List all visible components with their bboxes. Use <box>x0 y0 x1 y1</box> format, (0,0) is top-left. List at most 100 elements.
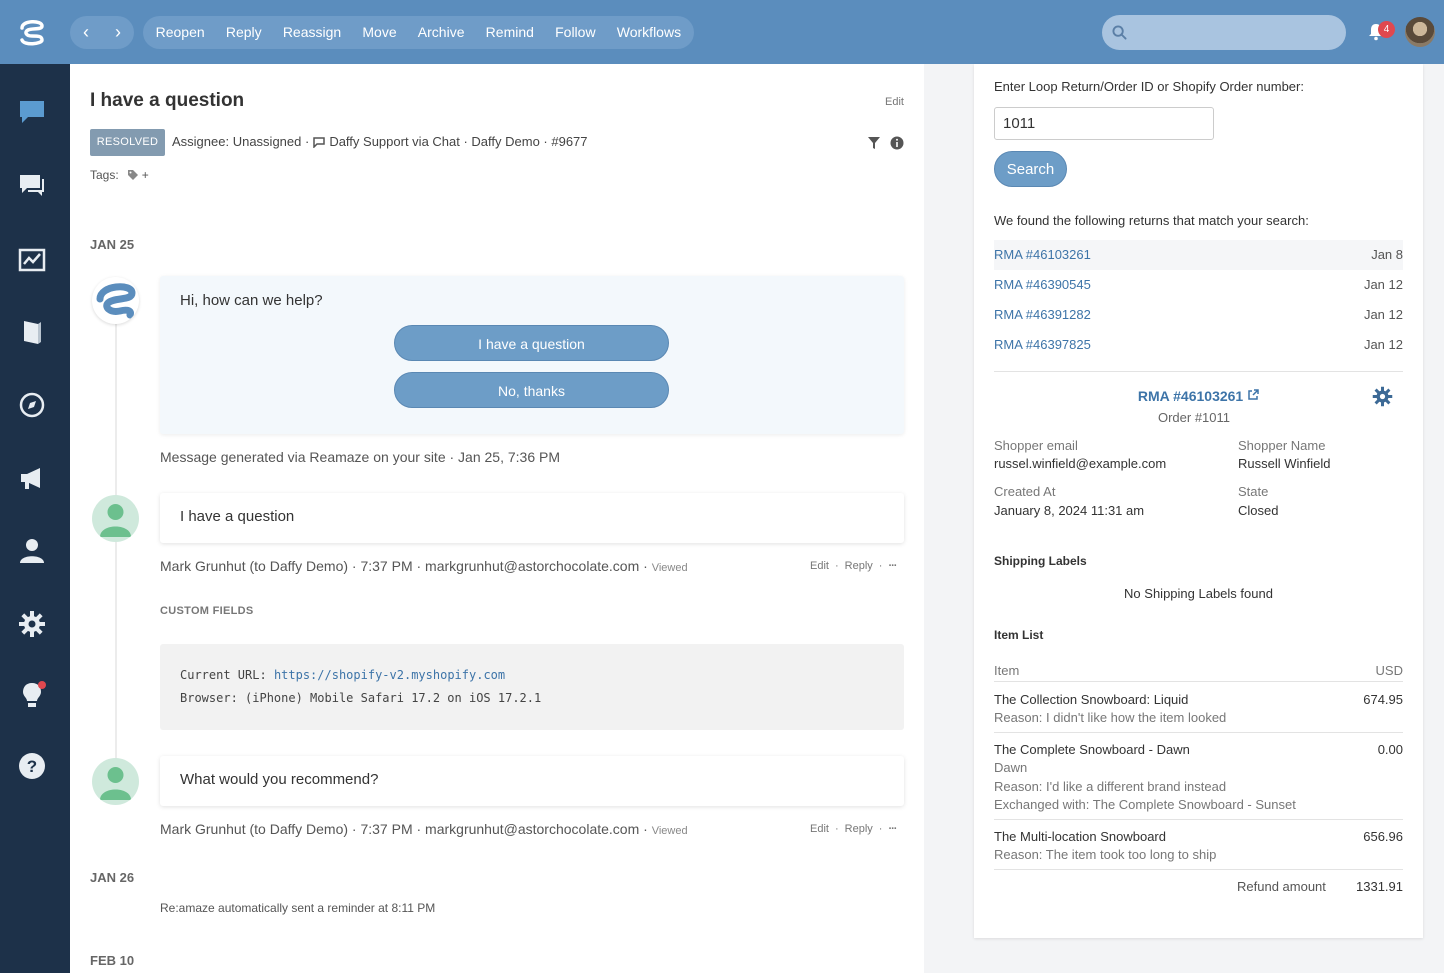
state-label: State <box>1238 484 1269 499</box>
megaphone-icon[interactable] <box>18 464 46 492</box>
rma-link[interactable]: RMA #46397825 <box>994 337 1091 352</box>
reassign-button[interactable]: Reassign <box>272 16 352 49</box>
rma-link[interactable]: RMA #46103261 <box>994 247 1091 262</box>
conversations-icon[interactable] <box>18 171 46 199</box>
rma-date: Jan 8 <box>1371 247 1403 262</box>
tags-label: Tags: <box>90 168 119 182</box>
order-number: Order #1011 <box>1157 410 1231 425</box>
info-icon[interactable] <box>890 136 904 150</box>
rma-row[interactable]: RMA #46391282 Jan 12 <box>994 300 1403 330</box>
more-options-icon[interactable]: ··· <box>888 823 897 835</box>
sidebar: ? <box>0 64 70 973</box>
rma-row[interactable]: RMA #46390545 Jan 12 <box>994 270 1403 300</box>
add-tag-button[interactable]: + <box>127 168 149 182</box>
item-exchange: Exchanged with: The Complete Snowboard -… <box>994 797 1296 812</box>
found-text: We found the following returns that matc… <box>994 213 1309 228</box>
item-reason: Reason: I'd like a different brand inste… <box>994 779 1227 794</box>
forward-arrow-icon[interactable]: › <box>102 16 134 49</box>
customer-message: What would you recommend? <box>160 756 904 806</box>
conversation-title: I have a question <box>90 90 245 111</box>
rma-date: Jan 12 <box>1363 307 1403 322</box>
order-id-input[interactable]: 1011 <box>994 107 1214 140</box>
edit-message-link[interactable]: Edit <box>810 560 829 572</box>
edit-title-link[interactable]: Edit <box>885 96 904 108</box>
status-badge[interactable]: RESOLVED <box>90 129 165 156</box>
person-icon[interactable] <box>18 537 46 565</box>
shopper-email: russel.winfield@example.com <box>994 456 1167 471</box>
remind-button[interactable]: Remind <box>475 16 544 49</box>
divider <box>994 681 1403 682</box>
item-price: 0.00 <box>1377 742 1403 757</box>
book-icon[interactable] <box>18 318 46 346</box>
item-name: The Complete Snowboard - Dawn <box>994 742 1190 757</box>
assignee-label[interactable]: Assignee: Unassigned · <box>172 134 309 149</box>
more-options-icon[interactable]: ··· <box>888 560 897 572</box>
date-separator: JAN 25 <box>90 237 135 252</box>
workflows-button[interactable]: Workflows <box>606 16 692 49</box>
date-separator: FEB 10 <box>90 953 135 968</box>
refund-amount-value: 1331.91 <box>1356 879 1403 894</box>
user-avatar[interactable] <box>1405 17 1435 47</box>
notification-badge: 4 <box>1378 21 1395 38</box>
customer-avatar <box>92 758 139 805</box>
customer-message-text: I have a question <box>180 508 295 525</box>
reply-message-link[interactable]: Reply <box>845 823 873 835</box>
help-icon[interactable]: ? <box>18 752 46 780</box>
bot-message-text: Hi, how can we help? <box>180 292 323 309</box>
rma-link[interactable]: RMA #46390545 <box>994 277 1091 292</box>
reopen-button[interactable]: Reopen <box>145 16 215 49</box>
rma-link[interactable]: RMA #46391282 <box>994 307 1091 322</box>
history-nav: ‹ › <box>70 16 134 49</box>
lightbulb-icon[interactable] <box>18 681 46 709</box>
item-name: The Multi-location Snowboard <box>994 829 1166 844</box>
chat-channel-icon <box>313 136 326 148</box>
external-link-icon <box>1248 389 1259 400</box>
conversation-meta: Assignee: Unassigned · Daffy Support via… <box>172 134 588 149</box>
customer-message: I have a question <box>160 493 904 543</box>
reports-icon[interactable] <box>18 246 46 274</box>
tag-icon <box>127 170 138 180</box>
item-reason: Reason: The item took too long to ship <box>994 847 1217 862</box>
message-actions: Edit · Reply · ··· <box>810 560 897 572</box>
search-button[interactable]: Search <box>994 151 1067 187</box>
conversation-pane: I have a question Edit RESOLVED Assignee… <box>70 64 924 973</box>
add-tag-plus: + <box>141 168 149 182</box>
choice-question-button[interactable]: I have a question <box>394 325 669 361</box>
chat-bubble-icon[interactable] <box>18 98 46 126</box>
rma-row[interactable]: RMA #46397825 Jan 12 <box>994 330 1403 360</box>
rma-date: Jan 12 <box>1363 337 1403 352</box>
message-actions: Edit · Reply · ··· <box>810 823 897 835</box>
global-search-input[interactable] <box>1102 15 1346 50</box>
reamaze-logo-icon[interactable] <box>16 16 48 48</box>
current-url-link[interactable]: https://shopify-v2.myshopify.com <box>274 668 505 682</box>
move-button[interactable]: Move <box>352 16 407 49</box>
tags-row: Tags: + <box>90 168 149 182</box>
settings-gear-icon[interactable] <box>1372 386 1393 407</box>
item-variant: Dawn <box>994 760 1028 775</box>
divider <box>994 732 1403 733</box>
item-reason: Reason: I didn't like how the item looke… <box>994 710 1227 725</box>
separator-dot: · <box>834 560 839 572</box>
created-at-label: Created At <box>994 484 1056 499</box>
gear-icon[interactable] <box>18 610 46 638</box>
customer-avatar <box>92 495 139 542</box>
compass-icon[interactable] <box>18 391 46 419</box>
reamaze-bot-icon <box>96 283 136 319</box>
message-author: Mark Grunhut (to Daffy Demo) · 7:37 PM ·… <box>160 558 648 574</box>
shopper-email-label: Shopper email <box>994 438 1078 453</box>
follow-button[interactable]: Follow <box>545 16 607 49</box>
archive-button[interactable]: Archive <box>407 16 475 49</box>
edit-message-link[interactable]: Edit <box>810 823 829 835</box>
reply-button[interactable]: Reply <box>215 16 272 49</box>
choice-no-thanks-button[interactable]: No, thanks <box>394 372 669 408</box>
filter-icon[interactable] <box>867 136 881 150</box>
reply-message-link[interactable]: Reply <box>845 560 873 572</box>
separator-dot: · <box>878 560 883 572</box>
selected-rma-link[interactable]: RMA #46103261 <box>994 388 1403 404</box>
rma-row[interactable]: RMA #46103261 Jan 8 <box>994 240 1403 270</box>
usd-column-header: USD <box>1375 663 1403 678</box>
viewed-label: Viewed <box>651 825 688 837</box>
back-arrow-icon[interactable]: ‹ <box>70 16 102 49</box>
separator-dot: · <box>878 823 883 835</box>
created-at: January 8, 2024 11:31 am <box>994 503 1145 518</box>
